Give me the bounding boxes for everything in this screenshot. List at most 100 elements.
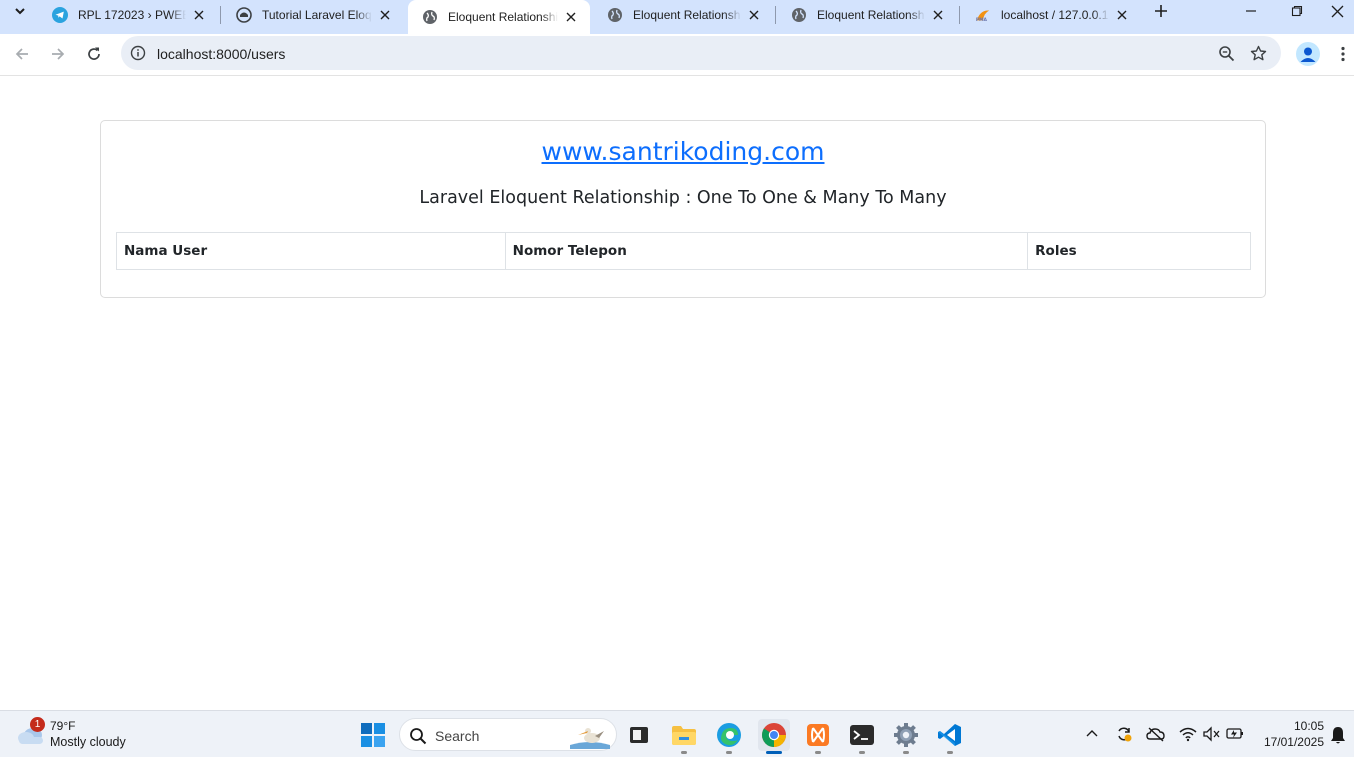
- close-icon[interactable]: [929, 6, 947, 24]
- tab-title: Eloquent Relationship: [633, 8, 741, 22]
- tab-eloquent-relationship[interactable]: Eloquent Relationship: [593, 0, 773, 30]
- globe-icon: [422, 9, 438, 25]
- column-header-roles: Roles: [1027, 232, 1251, 270]
- tab-title: Eloquent Relationship: [448, 10, 558, 24]
- taskbar-app-settings[interactable]: [890, 719, 922, 754]
- browser-toolbar: localhost:8000/users: [0, 34, 1354, 76]
- taskbar-app-terminal[interactable]: [846, 719, 878, 754]
- tray-onedrive-off-icon[interactable]: [1146, 723, 1166, 745]
- minimize-button[interactable]: [1228, 0, 1274, 22]
- weather-description: Mostly cloudy: [50, 735, 126, 749]
- clock-time: 10:05: [1293, 719, 1324, 733]
- table-header-row: Nama User Nomor Telepon Roles: [116, 232, 1251, 270]
- close-icon[interactable]: [562, 8, 580, 26]
- running-indicator: [815, 751, 821, 754]
- xampp-icon: [807, 724, 829, 746]
- running-indicator: [726, 751, 732, 754]
- svg-text:PMA: PMA: [976, 17, 988, 23]
- site-info-icon[interactable]: [129, 44, 147, 62]
- taskbar-search-label: Search: [435, 728, 480, 744]
- close-icon[interactable]: [376, 6, 394, 24]
- vscode-icon: [938, 724, 961, 746]
- restore-icon: [1291, 5, 1303, 17]
- phpmyadmin-icon: PMA: [975, 7, 991, 23]
- tab-divider: [220, 6, 221, 24]
- arrow-left-icon: [15, 48, 28, 60]
- zoom-icon[interactable]: [1215, 42, 1237, 64]
- page-heading: Laravel Eloquent Relationship : One To O…: [419, 188, 947, 208]
- taskbar: 1 79°F Mostly cloudy Search 10:05 17/01/…: [0, 710, 1354, 757]
- globe-icon: [607, 7, 623, 23]
- more-options-icon[interactable]: [1336, 42, 1350, 66]
- tray-battery-icon[interactable]: [1225, 723, 1245, 745]
- taskbar-app-chrome[interactable]: [758, 719, 790, 754]
- tab-phpmyadmin[interactable]: PMA localhost / 127.0.0.1 /: [961, 0, 1141, 30]
- running-indicator: [947, 751, 953, 754]
- restore-button[interactable]: [1274, 0, 1320, 22]
- show-hidden-icons-button[interactable]: [1082, 723, 1102, 745]
- forward-button[interactable]: [43, 39, 73, 69]
- edge-icon: [717, 723, 741, 747]
- bookmark-star-icon[interactable]: [1247, 42, 1269, 64]
- tab-strip: RPL 172023 › PWEB Tutorial Laravel Eloqu…: [0, 0, 1354, 34]
- tab-title: Tutorial Laravel Eloquent: [262, 8, 372, 22]
- chevron-up-icon: [1086, 730, 1098, 737]
- address-url[interactable]: localhost:8000/users: [157, 46, 285, 62]
- telegram-icon: [52, 7, 68, 23]
- tab-eloquent-relationship[interactable]: Eloquent Relationship: [777, 0, 957, 30]
- taskbar-app-edge[interactable]: [713, 719, 745, 754]
- column-header-nama-user: Nama User: [116, 232, 506, 270]
- notification-bell-icon[interactable]: [1329, 725, 1347, 745]
- taskbar-app-vscode[interactable]: [934, 719, 966, 754]
- tab-tutorial-laravel[interactable]: Tutorial Laravel Eloquent: [222, 0, 404, 30]
- tab-title: Eloquent Relationship: [817, 8, 925, 22]
- chrome-icon: [762, 723, 786, 747]
- close-icon[interactable]: [1113, 6, 1131, 24]
- address-bar[interactable]: localhost:8000/users: [121, 36, 1281, 70]
- tab-telegram[interactable]: RPL 172023 › PWEB: [38, 0, 218, 30]
- close-window-button[interactable]: [1320, 0, 1354, 22]
- arrow-right-icon: [52, 48, 65, 60]
- tray-sync-icon[interactable]: [1114, 723, 1134, 745]
- taskbar-search-box[interactable]: Search: [399, 718, 617, 751]
- tab-divider: [775, 6, 776, 24]
- plus-icon: [1155, 5, 1167, 17]
- terminal-icon: [850, 725, 874, 745]
- new-tab-button[interactable]: [1150, 0, 1172, 22]
- close-icon[interactable]: [745, 6, 763, 24]
- weather-temperature: 79°F: [50, 719, 76, 733]
- tray-wifi-icon[interactable]: [1178, 723, 1198, 745]
- windows-start-icon[interactable]: [361, 723, 385, 747]
- settings-icon: [894, 723, 918, 747]
- users-table: Nama User Nomor Telepon Roles: [116, 232, 1251, 270]
- clock-date: 17/01/2025: [1263, 735, 1324, 749]
- tab-divider: [959, 6, 960, 24]
- tab-title: localhost / 127.0.0.1 /: [1001, 8, 1109, 22]
- running-indicator: [903, 751, 909, 754]
- tray-volume-muted-icon[interactable]: [1201, 723, 1221, 745]
- chevron-down-icon: [15, 8, 25, 15]
- profile-avatar-icon[interactable]: [1296, 42, 1320, 66]
- taskbar-app-file-explorer[interactable]: [668, 719, 700, 754]
- tab-search-button[interactable]: [6, 0, 34, 22]
- notification-badge: 1: [30, 717, 45, 732]
- content-card: www.santrikoding.com Laravel Eloquent Re…: [100, 120, 1266, 298]
- helmet-icon: [236, 7, 252, 23]
- search-highlight-pelican-icon: [570, 728, 610, 749]
- tab-eloquent-relationship-active[interactable]: Eloquent Relationship: [408, 0, 590, 34]
- back-button[interactable]: [7, 39, 37, 69]
- running-indicator: [859, 751, 865, 754]
- running-indicator: [681, 751, 687, 754]
- running-indicator: [766, 751, 782, 754]
- close-icon: [1331, 5, 1343, 17]
- site-link[interactable]: www.santrikoding.com: [101, 137, 1265, 166]
- taskbar-app-xampp[interactable]: [802, 719, 834, 754]
- minimize-icon: [1246, 10, 1256, 12]
- reload-icon: [88, 47, 100, 60]
- reload-button[interactable]: [79, 39, 109, 69]
- close-icon[interactable]: [190, 6, 208, 24]
- column-header-nomor-telepon: Nomor Telepon: [504, 232, 1029, 270]
- file-explorer-dark-icon: [630, 727, 648, 743]
- taskbar-app-file-explorer-dark[interactable]: [623, 719, 655, 751]
- search-icon: [410, 728, 427, 745]
